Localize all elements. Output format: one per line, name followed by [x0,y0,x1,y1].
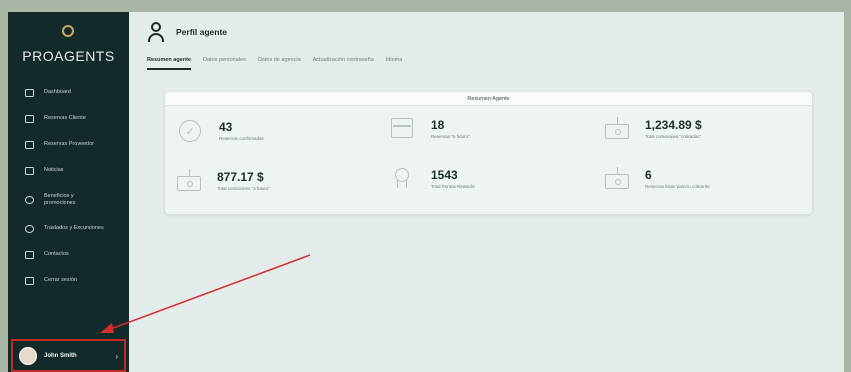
sidebar-item-label: Reservas Cliente [44,115,86,122]
sidebar-nav: Dashboard Reservas Cliente Reservas Prov… [8,80,129,294]
stat-label: Reservas listas para tu cobrar/te [645,184,710,189]
sidebar-item-label: Reservas Proveedor [44,141,95,148]
profile-tabs: Resumen agente Datos personales Datos de… [147,57,402,70]
stat-value: 43 [219,120,233,134]
sidebar-item-dashboard[interactable]: Dashboard [8,80,129,106]
logo-icon [62,25,74,37]
stat-reservas-listas: 6 Reservas listas para tu cobrar/te [605,167,710,190]
chevron-right-icon: › [115,352,118,361]
stat-reservas-futuro: 18 Reservas "a futuro" [391,118,470,140]
stat-label: Total Puntos Rewards [431,184,475,189]
contacts-icon [25,251,34,259]
stat-label: Total comisiones "cobradas" [645,134,702,139]
stat-value: 1543 [431,168,458,182]
sidebar-item-reservas-proveedor[interactable]: Reservas Proveedor [8,132,129,158]
monitor-icon [25,89,34,97]
tab-datos-personales[interactable]: Datos personales [203,57,246,70]
sidebar-item-label: Contactos [44,251,69,258]
title-row: Perfil agente [147,22,227,42]
stat-puntos-rewards: 1543 Total Puntos Rewards [391,168,475,190]
sidebar-item-noticias[interactable]: Noticias [8,158,129,184]
sidebar-item-label: Traslados y Excursiones [44,225,104,232]
news-icon [25,167,34,175]
tab-datos-agencia[interactable]: Datos de agencia [258,57,301,70]
tab-idioma[interactable]: Idioma [386,57,403,70]
check-circle-icon: ✓ [179,120,203,142]
sidebar-item-label: Cerrar sesión [44,277,78,284]
logout-icon [25,277,34,285]
avatar [19,346,37,365]
sidebar-item-label: Dashboard [44,89,71,96]
summary-card: Resumen Agente ✓ 43 Reservas confirmadas… [165,92,812,214]
sidebar-item-label: Noticias [44,167,64,174]
stat-label: Total comisiones "a futuro" [217,186,270,191]
gift-icon [25,196,34,204]
sidebar-item-reservas-cliente[interactable]: Reservas Cliente [8,106,129,132]
cash-icon [177,169,201,192]
user-profile-button[interactable]: John Smith › [11,339,126,372]
sidebar-item-label: Beneficios y promociones [44,192,76,206]
cash-icon [605,167,629,190]
stat-comisiones-futuro: 877.17 $ Total comisiones "a futuro" [177,169,270,192]
tab-actualizacion-contrasena[interactable]: Actualización contraseña [313,57,374,70]
tab-resumen-agente[interactable]: Resumen agente [147,57,192,70]
user-icon [147,22,165,42]
stat-comisiones-cobradas: 1,234.89 $ Total comisiones "cobradas" [605,117,702,140]
calendar-icon [25,141,34,149]
stat-value: 1,234.89 $ [645,118,702,132]
user-name: John Smith [44,352,77,359]
sidebar: PROAGENTS Dashboard Reservas Cliente Res… [8,12,129,372]
sidebar-item-traslados[interactable]: Traslados y Excursiones [8,216,129,242]
stat-label: Reservas confirmadas [219,136,264,141]
calendar-icon [25,115,34,123]
stat-value: 6 [645,168,652,182]
sidebar-item-cerrar-sesion[interactable]: Cerrar sesión [8,268,129,294]
sidebar-item-beneficios[interactable]: Beneficios y promociones [8,184,129,216]
page-header: Perfil agente Resumen agente Datos perso… [129,12,844,72]
app-window: PROAGENTS Dashboard Reservas Cliente Res… [8,12,844,372]
page-title: Perfil agente [176,27,228,37]
cash-icon [605,117,629,140]
stat-value: 877.17 $ [217,170,264,184]
summary-stats: ✓ 43 Reservas confirmadas 18 Reservas "a… [165,106,812,214]
summary-card-title: Resumen Agente [165,92,812,106]
award-icon [391,168,415,190]
stat-label: Reservas "a futuro" [431,134,470,139]
stat-reservas-confirmadas: ✓ 43 Reservas confirmadas [179,120,264,142]
sidebar-item-contactos[interactable]: Contactos [8,242,129,268]
car-icon [25,225,34,233]
logo[interactable]: PROAGENTS [8,48,129,64]
calendar-icon [391,118,415,140]
stat-value: 18 [431,118,445,132]
